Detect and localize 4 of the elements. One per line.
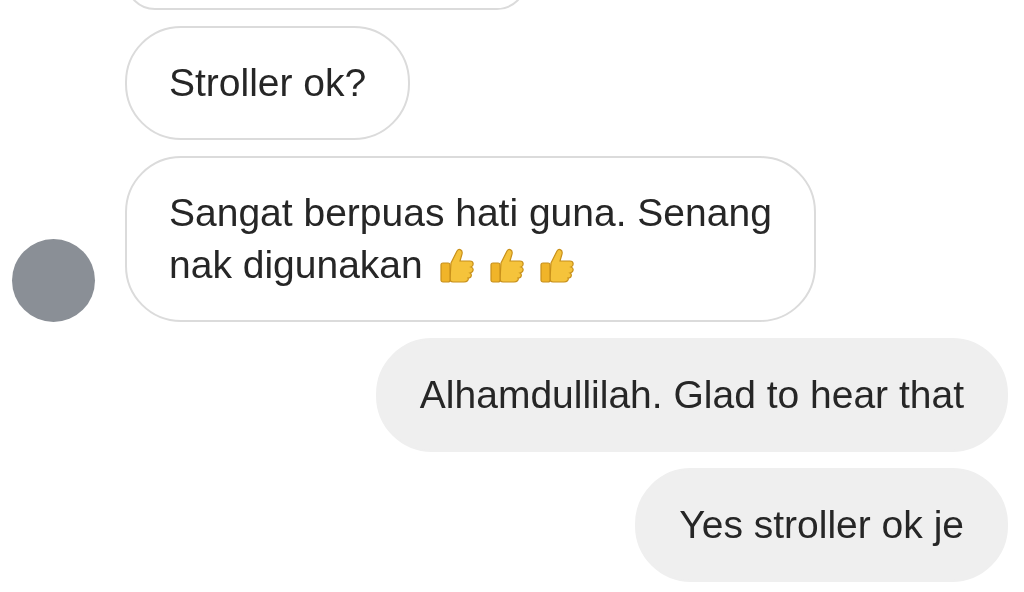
message-bubble: Stroller ok?: [125, 26, 411, 140]
message-bubble: Sangat berpuas hati guna. Senang nak digunakan: [125, 156, 816, 322]
message-bubble: Alhamdullilah. Glad to hear that: [375, 338, 1008, 452]
message-bubble: Yes stroller ok je: [635, 468, 1008, 582]
